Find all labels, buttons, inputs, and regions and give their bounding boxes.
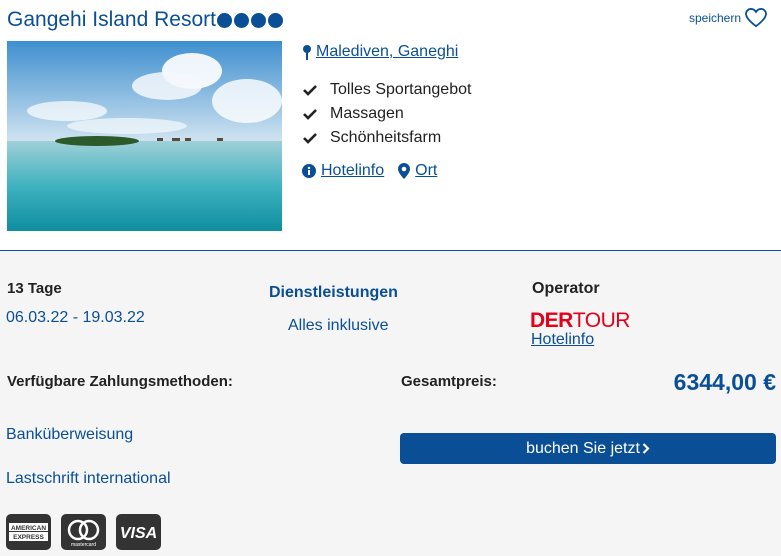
map-pin-icon (303, 45, 311, 60)
check-icon (303, 85, 317, 96)
hotel-links: Hotelinfo Ort (302, 162, 437, 180)
check-icon (303, 109, 317, 120)
svg-text:AMERICAN: AMERICAN (11, 525, 46, 532)
chevron-right-icon (642, 443, 650, 454)
ort-label[interactable]: Ort (415, 162, 437, 180)
star-icon (267, 12, 283, 28)
feature-item: Massagen (303, 102, 471, 126)
payment-methods-heading: Verfügbare Zahlungsmethoden: (7, 373, 233, 390)
dertour-logo: DERTOUR (530, 309, 630, 332)
check-icon (303, 133, 317, 144)
svg-text:mastercard: mastercard (71, 542, 96, 548)
mastercard-icon: mastercard (61, 514, 106, 550)
location-link[interactable]: Malediven, Ganeghi (316, 43, 458, 61)
hotel-header-panel: Gangehi Island Resort speichern Maledive… (0, 0, 781, 250)
heart-icon[interactable] (745, 8, 767, 28)
ort-link[interactable]: Ort (398, 162, 437, 180)
book-now-label[interactable]: buchen Sie jetzt (526, 440, 640, 458)
section-divider (0, 250, 781, 251)
feature-list: Tolles Sportangebot Massagen Schönheitsf… (303, 78, 471, 150)
star-icon (216, 12, 232, 28)
save-label[interactable]: speichern (689, 11, 741, 25)
services-value: Alles inklusive (288, 317, 389, 334)
trip-dates: 06.03.22 - 19.03.22 (6, 309, 145, 326)
services-heading: Dienstleistungen (269, 284, 398, 301)
feature-label: Tolles Sportangebot (330, 81, 472, 98)
feature-item: Tolles Sportangebot (303, 78, 471, 102)
hotel-photo[interactable] (7, 41, 282, 231)
hotel-name[interactable]: Gangehi Island Resort (7, 8, 216, 32)
visa-icon: VISA (116, 514, 161, 550)
total-price-value: 6344,00 € (673, 369, 776, 395)
operator-heading: Operator (532, 280, 600, 297)
save-button[interactable]: speichern (689, 8, 767, 28)
feature-label: Schönheitsfarm (330, 129, 442, 146)
payment-method-direct-debit: Lastschrift international (6, 470, 171, 487)
star-icon (250, 12, 266, 28)
hotelinfo-label[interactable]: Hotelinfo (321, 162, 384, 180)
total-price-label: Gesamtpreis: (401, 373, 497, 390)
payment-method-bank-transfer: Banküberweisung (6, 426, 134, 443)
feature-item: Schönheitsfarm (303, 126, 471, 150)
svg-text:VISA: VISA (120, 525, 157, 542)
svg-text:EXPRESS: EXPRESS (13, 534, 44, 541)
book-now-button[interactable]: buchen Sie jetzt (400, 433, 776, 464)
info-icon (302, 164, 316, 178)
american-express-icon: AMERICAN EXPRESS (6, 514, 51, 550)
trip-duration: 13 Tage (7, 280, 62, 297)
hotelinfo-link[interactable]: Hotelinfo (302, 162, 384, 180)
star-rating (216, 12, 283, 28)
hotel-title[interactable]: Gangehi Island Resort (7, 8, 283, 32)
operator-hotelinfo-link[interactable]: Hotelinfo (531, 331, 594, 349)
payment-card-icons: AMERICAN EXPRESS mastercard VISA (6, 514, 161, 550)
location[interactable]: Malediven, Ganeghi (302, 43, 458, 61)
map-marker-icon (398, 163, 411, 179)
star-icon (233, 12, 249, 28)
feature-label: Massagen (330, 105, 404, 122)
